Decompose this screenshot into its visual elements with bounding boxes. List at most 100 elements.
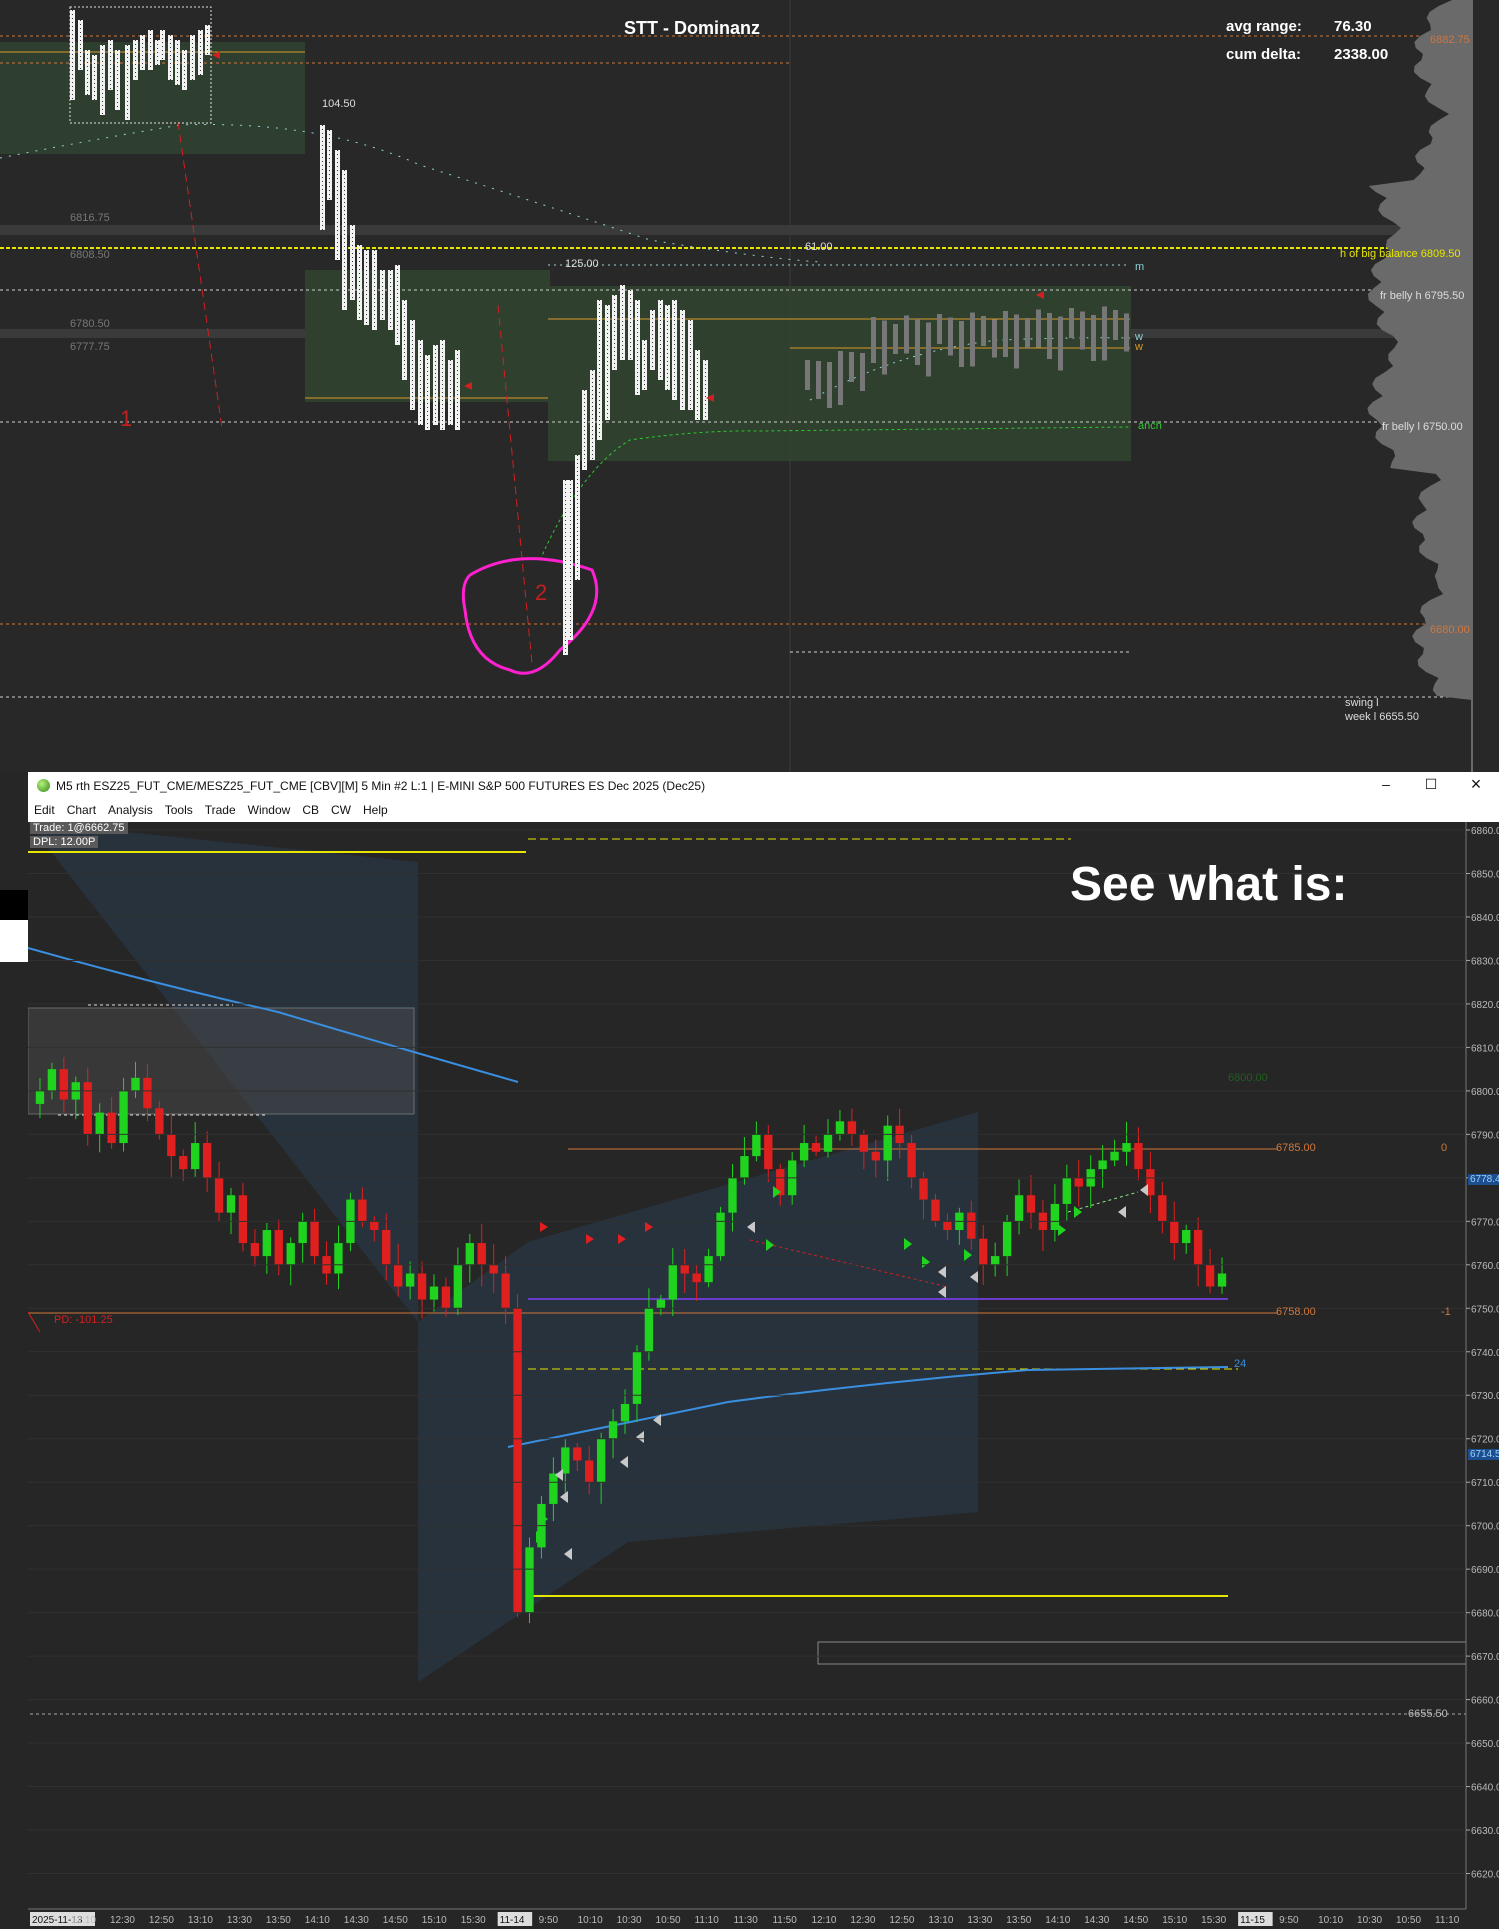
x-tick-label: 14:10 xyxy=(1045,1915,1070,1926)
footprint-bar xyxy=(198,30,203,75)
candle-body xyxy=(286,1243,295,1265)
candle-body xyxy=(620,1403,630,1422)
y-tick-label: 6700.00 xyxy=(1471,1522,1499,1533)
y-tick-label: 6820.00 xyxy=(1471,1000,1499,1011)
time-axis[interactable]: 2025-11-1312:10 12:30 12:50 13:10 13:30 13:50… xyxy=(30,1912,1460,1926)
menu-cb[interactable]: CB xyxy=(296,800,325,817)
footprint-bar-faded xyxy=(1047,313,1052,359)
menu-help[interactable]: Help xyxy=(357,800,394,817)
candle-body xyxy=(1014,1195,1024,1222)
footprint-bar xyxy=(628,290,633,360)
footprint-bar-faded xyxy=(816,361,821,399)
footprint-bar xyxy=(425,355,430,430)
x-tick-label: 14:30 xyxy=(1084,1915,1109,1926)
minimize-icon[interactable]: – xyxy=(1371,776,1401,796)
y-tick-label: 6660.00 xyxy=(1471,1696,1499,1707)
candle-body xyxy=(823,1134,833,1152)
footprint-bar-faded xyxy=(1113,310,1118,340)
strip-white-block xyxy=(0,920,28,962)
footprint-bar xyxy=(85,50,90,95)
buy-signal-icon xyxy=(1074,1206,1082,1218)
candle-body xyxy=(644,1308,654,1352)
buy-signal-icon xyxy=(1058,1224,1066,1236)
candle-body xyxy=(680,1264,689,1274)
footprint-bar-faded xyxy=(838,351,843,405)
chart-window[interactable]: M5 rth ESZ25_FUT_CME/MESZ25_FUT_CME [CBV… xyxy=(28,772,1499,1929)
candle-body xyxy=(155,1108,164,1135)
marker-1: 1 xyxy=(120,406,133,431)
red-diagonal-1 xyxy=(177,121,223,429)
label-h-big-balance: h of big balance 6809.50 xyxy=(1340,248,1461,260)
candlestick-chart-area[interactable]: 6860.00 6850.00 6840.00 6830.00 6820.00 6810.… xyxy=(28,822,1499,1929)
footprint-bar-faded xyxy=(882,320,887,375)
footprint-bar-faded xyxy=(849,352,854,382)
volume-label-125: 125.00 xyxy=(565,258,599,270)
close-icon[interactable]: × xyxy=(1461,774,1491,794)
candle-body xyxy=(382,1230,391,1265)
maximize-icon[interactable]: ☐ xyxy=(1416,776,1446,796)
x-tick-label: 13:30 xyxy=(227,1915,252,1926)
candle-body xyxy=(585,1460,594,1483)
menu-tools[interactable]: Tools xyxy=(159,800,199,817)
candle-body xyxy=(489,1264,498,1274)
marker-2: 2 xyxy=(535,580,548,605)
x-tick-label: 11:10 xyxy=(1435,1915,1460,1926)
footprint-bar-faded xyxy=(1069,308,1074,338)
candle-body xyxy=(334,1243,343,1274)
candle-body xyxy=(513,1308,522,1613)
last-price-tag: 6778.40 xyxy=(1468,1174,1499,1185)
menu-bar: Edit Chart Analysis Tools Trade Window CB CW Hel… xyxy=(28,800,1499,822)
candle-body xyxy=(704,1256,713,1283)
menu-trade[interactable]: Trade xyxy=(199,800,242,817)
x-tick-label: 10:50 xyxy=(656,1915,681,1926)
candle-body xyxy=(692,1273,701,1283)
neutral-signal-icon xyxy=(1140,1184,1148,1196)
y-tick-label: 6710.00 xyxy=(1471,1478,1499,1489)
candle-body xyxy=(465,1243,474,1265)
y-tick-label: 6840.00 xyxy=(1471,913,1499,924)
x-tick-label: 13:30 xyxy=(967,1915,992,1926)
pd-marker-line xyxy=(28,1311,41,1333)
footprint-bar xyxy=(575,455,580,580)
y-tick-label: 6760.00 xyxy=(1471,1261,1499,1272)
candle-body xyxy=(298,1221,307,1244)
candle-body xyxy=(1002,1221,1012,1257)
candle-body xyxy=(764,1134,773,1170)
y-tick-label: 6750.00 xyxy=(1471,1304,1499,1315)
candle-body xyxy=(429,1286,439,1300)
volume-label-61: 61.00 xyxy=(805,241,833,253)
x-tick-label: 11:30 xyxy=(734,1915,759,1926)
x-tick-label: 10:30 xyxy=(1357,1915,1382,1926)
x-tick-label: 14:50 xyxy=(1123,1915,1148,1926)
gray-outline-box xyxy=(817,1641,1467,1665)
menu-analysis[interactable]: Analysis xyxy=(102,800,159,817)
y-tick-label: 6730.00 xyxy=(1471,1391,1499,1402)
label-6758: 6758.00 xyxy=(1276,1306,1316,1318)
candle-body xyxy=(1193,1230,1203,1265)
candle-body xyxy=(811,1143,821,1152)
menu-cw[interactable]: CW xyxy=(325,800,357,817)
candle-body xyxy=(501,1273,510,1309)
footprint-bar-faded xyxy=(948,317,953,356)
candle-body xyxy=(405,1273,415,1287)
menu-edit[interactable]: Edit xyxy=(28,800,61,817)
footprint-bar xyxy=(612,295,617,370)
value-band-shading xyxy=(28,822,978,1682)
footprint-bar xyxy=(350,225,355,300)
price-label-6780: 6780.50 xyxy=(70,318,110,330)
candle-body xyxy=(883,1125,892,1161)
footprint-bar-faded xyxy=(981,316,986,346)
footprint-bar-faded xyxy=(1036,309,1041,348)
footprint-chart-svg xyxy=(0,0,1473,772)
candle-body xyxy=(59,1069,69,1100)
cum-delta-value: 2338.00 xyxy=(1334,46,1389,63)
y-tick-label: 6740.00 xyxy=(1471,1348,1499,1359)
menu-chart[interactable]: Chart xyxy=(61,800,102,817)
x-tick-label: 12:30 xyxy=(850,1915,875,1926)
menu-window[interactable]: Window xyxy=(242,800,297,817)
candle-body xyxy=(835,1121,845,1135)
candle-body xyxy=(1122,1143,1131,1152)
candle-body xyxy=(1134,1143,1143,1170)
x-tick-label: 15:30 xyxy=(1201,1915,1226,1926)
window-titlebar[interactable]: M5 rth ESZ25_FUT_CME/MESZ25_FUT_CME [CBV… xyxy=(28,772,1499,800)
